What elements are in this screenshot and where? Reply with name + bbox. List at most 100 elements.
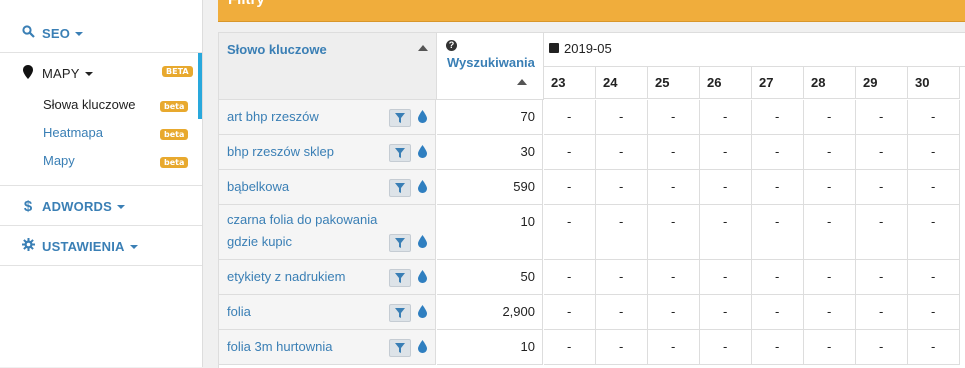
drop-icon[interactable] <box>418 270 427 288</box>
day-position-cell: - <box>804 170 856 205</box>
position-value: - <box>619 109 624 124</box>
searches-cell: 590 <box>437 170 543 205</box>
position-value: - <box>567 339 572 354</box>
day-position-cell: - <box>544 295 596 330</box>
day-position-cell: - <box>908 330 960 365</box>
searches-cell: 50 <box>437 260 543 295</box>
day-position-cell: - <box>700 205 752 260</box>
day-position-cell: - <box>804 100 856 135</box>
sidebar-item-seo[interactable]: SEO <box>0 22 202 44</box>
sidebar-item-ustawienia[interactable]: USTAWIENIA <box>0 235 202 257</box>
filter-icon[interactable] <box>389 304 411 322</box>
day-position-cell: - <box>596 100 648 135</box>
searches-cell: 2,900 <box>437 295 543 330</box>
day-column-header[interactable]: 25 <box>648 67 700 99</box>
drop-icon[interactable] <box>418 235 427 253</box>
filter-icon[interactable] <box>389 179 411 197</box>
drop-icon[interactable] <box>418 305 427 323</box>
keyword-link[interactable]: etykiety z nadrukiem <box>227 266 397 288</box>
sidebar-subitem-slowa-kluczowe[interactable]: Słowa kluczowe <box>43 97 136 112</box>
drop-icon[interactable] <box>418 145 427 163</box>
day-position-cell: - <box>908 135 960 170</box>
day-position-cell: - <box>856 170 908 205</box>
day-position-cell: - <box>648 205 700 260</box>
table-row: art bhp rzeszów <box>219 100 436 135</box>
position-value: - <box>775 304 780 319</box>
search-icon <box>20 25 36 41</box>
position-value: - <box>723 144 728 159</box>
sidebar-subitem-mapy[interactable]: Mapy <box>43 153 75 168</box>
keyword-link[interactable]: bhp rzeszów sklep <box>227 141 397 163</box>
beta-badge: beta <box>160 129 189 140</box>
keyword-link[interactable]: czarna folia do pakowania gdzie kupic <box>227 209 397 253</box>
searches-cell: 70 <box>437 100 543 135</box>
position-value: - <box>619 304 624 319</box>
keyword-link[interactable]: folia 3m hurtownia <box>227 336 397 358</box>
sidebar-subitem-heatmapa[interactable]: Heatmapa <box>43 125 103 140</box>
day-column-header[interactable]: 28 <box>804 67 856 99</box>
drop-icon[interactable] <box>418 340 427 358</box>
day-position-cell: - <box>752 260 804 295</box>
filter-icon[interactable] <box>389 339 411 357</box>
day-column-header[interactable]: 27 <box>752 67 804 99</box>
day-position-cell: - <box>648 170 700 205</box>
table-row: czarna folia do pakowania gdzie kupic <box>219 205 436 260</box>
day-column-header[interactable]: 23 <box>544 67 596 99</box>
day-position-cell: - <box>804 205 856 260</box>
day-position-cell: - <box>908 205 960 260</box>
searches-value: 10 <box>520 339 535 354</box>
position-value: - <box>775 144 780 159</box>
position-value: - <box>879 144 884 159</box>
day-position-cell: - <box>596 295 648 330</box>
column-header-label: Wyszukiwania <box>447 55 535 70</box>
sidebar-item-mapy[interactable]: MAPY BETA <box>0 62 202 84</box>
filter-icon[interactable] <box>389 144 411 162</box>
position-value: - <box>879 109 884 124</box>
day-position-cell: - <box>544 135 596 170</box>
day-column-header[interactable]: 24 <box>596 67 648 99</box>
filter-icon[interactable] <box>389 109 411 127</box>
filter-icon[interactable] <box>389 234 411 252</box>
day-position-cell: - <box>596 260 648 295</box>
sidebar-item-label: ADWORDS <box>42 199 126 214</box>
question-icon[interactable]: ? <box>446 40 457 51</box>
day-column-header[interactable]: 30 <box>908 67 960 99</box>
column-header-label: Słowo kluczowe <box>227 42 327 57</box>
position-value: - <box>827 214 832 229</box>
position-value: - <box>879 214 884 229</box>
column-header-searches[interactable]: ? Wyszukiwania <box>437 33 544 100</box>
position-value: - <box>931 144 936 159</box>
dollar-icon: $ <box>23 197 33 215</box>
keyword-link[interactable]: folia <box>227 301 397 323</box>
chevron-down-icon <box>117 205 126 210</box>
day-position-cell: - <box>752 295 804 330</box>
sidebar-item-adwords[interactable]: $ ADWORDS <box>0 195 202 217</box>
position-value: - <box>775 214 780 229</box>
map-marker-icon <box>20 64 36 82</box>
day-position-cell: - <box>700 260 752 295</box>
table-row: bąbelkowa <box>219 170 436 205</box>
keyword-link[interactable]: art bhp rzeszów <box>227 106 397 128</box>
position-value: - <box>723 339 728 354</box>
column-header-keyword[interactable]: Słowo kluczowe <box>219 33 437 100</box>
position-value: - <box>723 304 728 319</box>
position-value: - <box>567 269 572 284</box>
day-position-cell: - <box>544 100 596 135</box>
position-value: - <box>723 269 728 284</box>
drop-icon[interactable] <box>418 180 427 198</box>
day-column-header[interactable]: 29 <box>856 67 908 99</box>
searches-value: 10 <box>520 214 535 229</box>
calendar-icon <box>549 43 559 53</box>
position-value: - <box>619 339 624 354</box>
day-position-cell: - <box>700 100 752 135</box>
day-position-cell: - <box>648 135 700 170</box>
day-column-header[interactable]: 26 <box>700 67 752 99</box>
filters-panel-header[interactable]: Filtry <box>218 0 965 22</box>
position-value: - <box>827 339 832 354</box>
keyword-link[interactable]: bąbelkowa <box>227 176 397 198</box>
filter-icon[interactable] <box>389 269 411 287</box>
drop-icon[interactable] <box>418 110 427 128</box>
beta-badge: beta <box>160 157 189 168</box>
position-value: - <box>931 339 936 354</box>
table-row: bhp rzeszów sklep <box>219 135 436 170</box>
